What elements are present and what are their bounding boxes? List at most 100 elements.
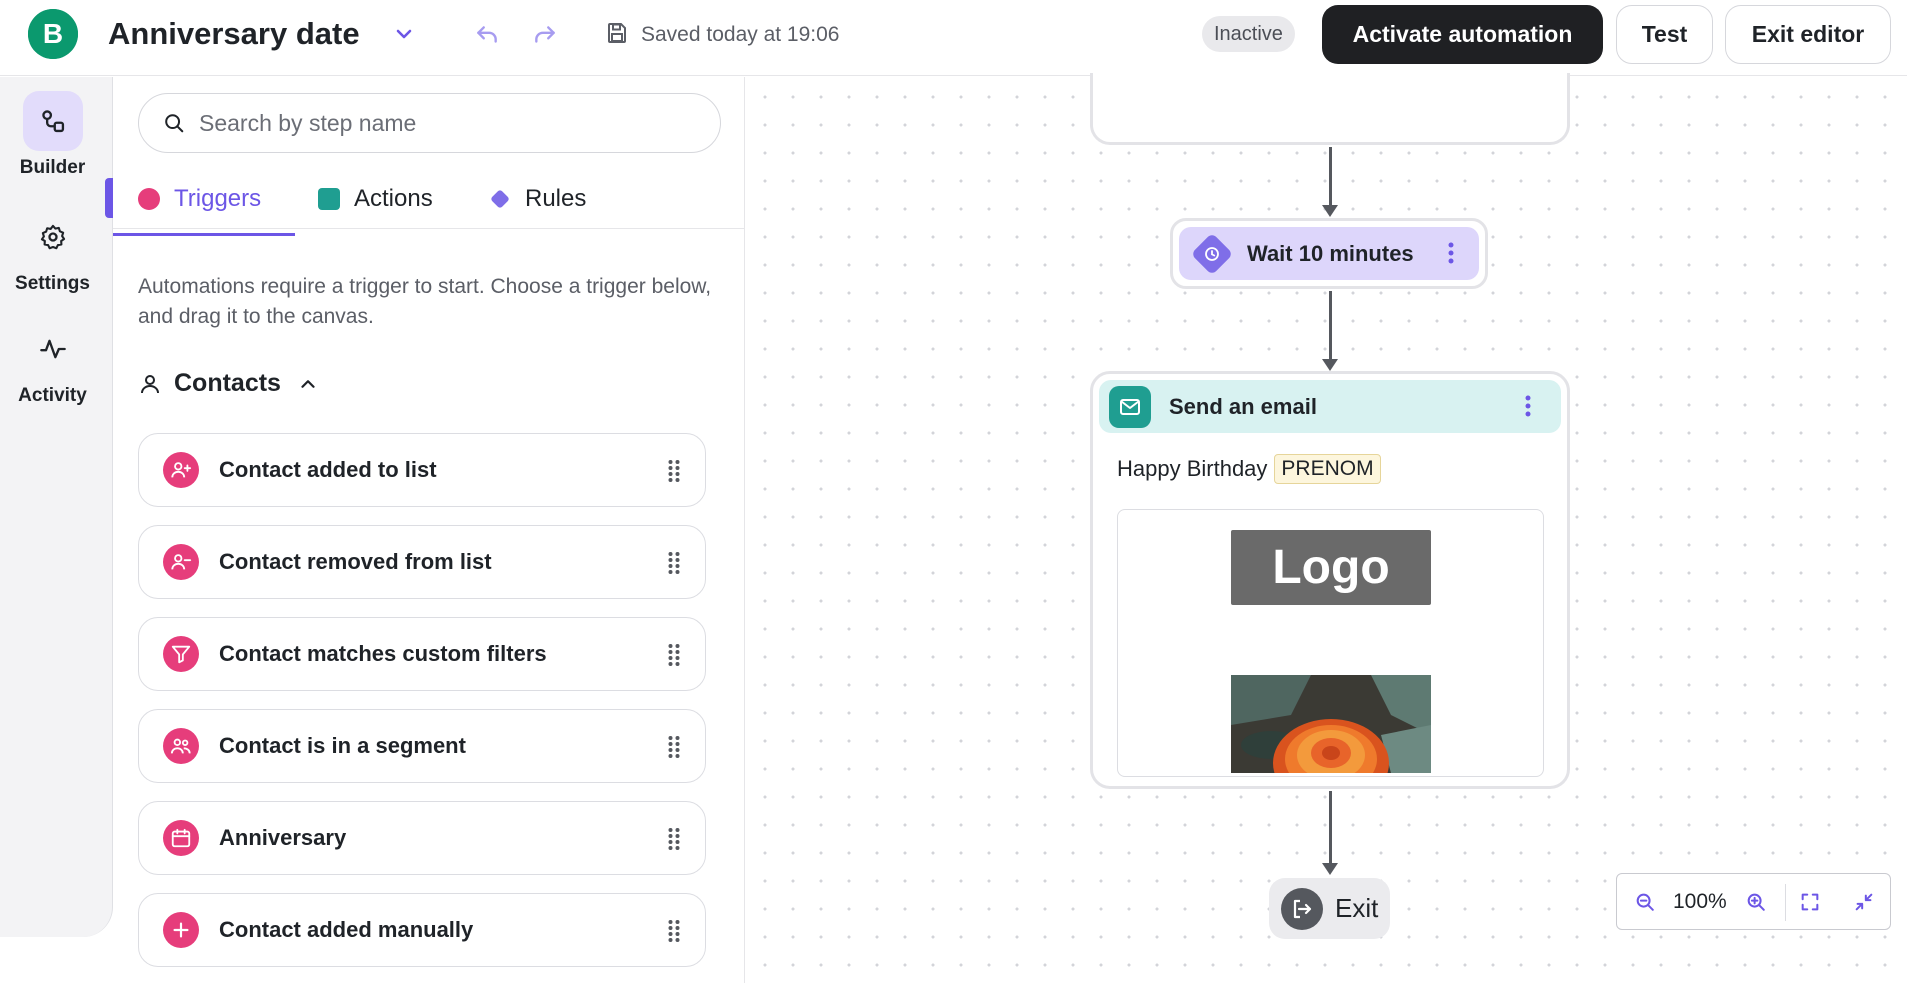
zoom-controls: 100% bbox=[1616, 873, 1891, 930]
personalization-tag: PRENOM bbox=[1274, 454, 1381, 484]
email-subject: Happy Birthday PRENOM bbox=[1117, 454, 1381, 484]
drag-handle-icon[interactable] bbox=[667, 735, 681, 759]
drag-handle-icon[interactable] bbox=[667, 919, 681, 943]
activity-icon bbox=[39, 339, 66, 359]
wait-step-node[interactable]: Wait 10 minutes bbox=[1170, 218, 1488, 289]
zoom-out-icon[interactable] bbox=[1634, 891, 1656, 913]
filter-icon bbox=[163, 636, 199, 672]
undo-icon[interactable] bbox=[474, 22, 500, 48]
drag-handle-icon[interactable] bbox=[667, 551, 681, 575]
active-tab-underline bbox=[113, 233, 295, 236]
rail-item-activity[interactable]: Activity bbox=[0, 319, 105, 407]
trigger-item-label: Contact is in a segment bbox=[219, 733, 466, 758]
trigger-item-contact-is-in-a-segment[interactable]: Contact is in a segment bbox=[138, 709, 706, 783]
connector-line bbox=[1329, 791, 1332, 863]
chevron-up-icon[interactable] bbox=[297, 373, 319, 395]
group-contacts-title: Contacts bbox=[174, 369, 281, 397]
logo-placeholder: Logo bbox=[1231, 530, 1431, 605]
connector-line bbox=[1329, 147, 1332, 205]
send-email-header[interactable]: Send an email bbox=[1099, 380, 1561, 433]
trigger-item-label: Contact matches custom filters bbox=[219, 641, 547, 666]
more-options-icon[interactable] bbox=[1525, 395, 1531, 417]
person-minus-icon bbox=[163, 544, 199, 580]
top-bar: B Anniversary date Saved today at 19:06 … bbox=[0, 0, 1907, 76]
trigger-item-contact-added-to-list[interactable]: Contact added to list bbox=[138, 433, 706, 507]
workflow-canvas[interactable]: Wait 10 minutes Send an email Happy Birt… bbox=[745, 73, 1907, 983]
chevron-down-icon[interactable] bbox=[392, 22, 416, 46]
trigger-item-contact-matches-custom-filters[interactable]: Contact matches custom filters bbox=[138, 617, 706, 691]
tab-rules[interactable]: Rules bbox=[489, 169, 586, 229]
automation-title[interactable]: Anniversary date bbox=[108, 16, 360, 52]
drag-handle-icon[interactable] bbox=[667, 827, 681, 851]
trigger-item-contact-removed-from-list[interactable]: Contact removed from list bbox=[138, 525, 706, 599]
calendar-icon bbox=[163, 820, 199, 856]
builder-icon bbox=[41, 110, 64, 133]
mail-icon bbox=[1109, 385, 1151, 428]
clock-diamond-icon bbox=[1190, 232, 1234, 275]
search-input[interactable] bbox=[199, 109, 699, 137]
trigger-item-label: Contact added to list bbox=[219, 457, 437, 482]
trigger-item-label: Contact removed from list bbox=[219, 549, 492, 574]
rail-label-settings: Settings bbox=[15, 273, 90, 294]
plus-icon bbox=[163, 912, 199, 948]
more-options-icon[interactable] bbox=[1448, 242, 1454, 264]
person-plus-icon bbox=[163, 452, 199, 488]
wait-step-header[interactable]: Wait 10 minutes bbox=[1179, 227, 1479, 280]
email-preview[interactable]: Logo bbox=[1117, 509, 1544, 777]
tab-triggers[interactable]: Triggers bbox=[138, 169, 261, 229]
drag-handle-icon[interactable] bbox=[667, 459, 681, 483]
rule-diamond-icon bbox=[491, 190, 509, 208]
connector-line bbox=[1329, 291, 1332, 359]
exit-node[interactable]: Exit bbox=[1269, 878, 1390, 939]
fullscreen-icon[interactable] bbox=[1799, 891, 1821, 913]
zoom-separator bbox=[1785, 884, 1786, 921]
send-email-step-node[interactable]: Send an email Happy Birthday PRENOM Logo bbox=[1090, 371, 1570, 789]
group-contacts-header[interactable]: Contacts bbox=[138, 369, 319, 398]
rail-item-settings[interactable]: Settings bbox=[0, 207, 105, 295]
test-button[interactable]: Test bbox=[1616, 5, 1713, 64]
send-email-label: Send an email bbox=[1169, 393, 1317, 419]
exit-label: Exit bbox=[1335, 893, 1379, 923]
step-search[interactable] bbox=[138, 93, 721, 153]
brand-logo-icon: B bbox=[28, 9, 78, 59]
action-square-icon bbox=[318, 188, 340, 210]
connector-arrowhead bbox=[1322, 359, 1338, 371]
save-status: Saved today at 19:06 bbox=[641, 23, 840, 46]
previous-step-node[interactable] bbox=[1090, 73, 1570, 145]
trigger-item-label: Contact added manually bbox=[219, 917, 474, 942]
rail-item-builder[interactable]: Builder bbox=[0, 91, 105, 179]
tab-actions-label: Actions bbox=[354, 185, 433, 212]
rail-active-indicator bbox=[105, 178, 113, 218]
person-icon bbox=[141, 374, 159, 393]
wait-step-label: Wait 10 minutes bbox=[1247, 240, 1414, 266]
collapse-icon[interactable] bbox=[1853, 891, 1875, 913]
zoom-in-icon[interactable] bbox=[1745, 891, 1767, 913]
trigger-item-label: Anniversary bbox=[219, 825, 347, 850]
trigger-dot-icon bbox=[138, 188, 160, 210]
trigger-item-contact-added-manually[interactable]: Contact added manually bbox=[138, 893, 706, 967]
tab-rules-label: Rules bbox=[525, 185, 587, 212]
settings-icon-wrap bbox=[23, 207, 83, 267]
step-tabs: Triggers Actions Rules bbox=[113, 169, 745, 229]
trigger-hint: Automations require a trigger to start. … bbox=[138, 275, 712, 328]
brand-letter: B bbox=[43, 18, 63, 49]
save-icon bbox=[608, 23, 626, 43]
connector-arrowhead bbox=[1322, 863, 1338, 875]
email-subject-text: Happy Birthday bbox=[1117, 456, 1268, 481]
rail-label-builder: Builder bbox=[19, 157, 86, 178]
steps-panel: Triggers Actions Rules Automations requi… bbox=[113, 77, 745, 983]
drag-handle-icon[interactable] bbox=[667, 643, 681, 667]
exit-icon bbox=[1281, 887, 1323, 930]
tab-actions[interactable]: Actions bbox=[318, 169, 433, 229]
tab-triggers-label: Triggers bbox=[174, 185, 262, 212]
flower-image bbox=[1231, 675, 1431, 773]
trigger-item-anniversary[interactable]: Anniversary bbox=[138, 801, 706, 875]
rail-label-activity: Activity bbox=[18, 385, 87, 406]
activate-automation-button[interactable]: Activate automation bbox=[1322, 5, 1603, 64]
people-icon bbox=[163, 728, 199, 764]
redo-icon[interactable] bbox=[532, 22, 558, 48]
brand-logo[interactable]: B bbox=[28, 9, 78, 59]
gear-icon bbox=[40, 224, 65, 250]
exit-editor-button[interactable]: Exit editor bbox=[1725, 5, 1891, 64]
connector-arrowhead bbox=[1322, 205, 1338, 217]
